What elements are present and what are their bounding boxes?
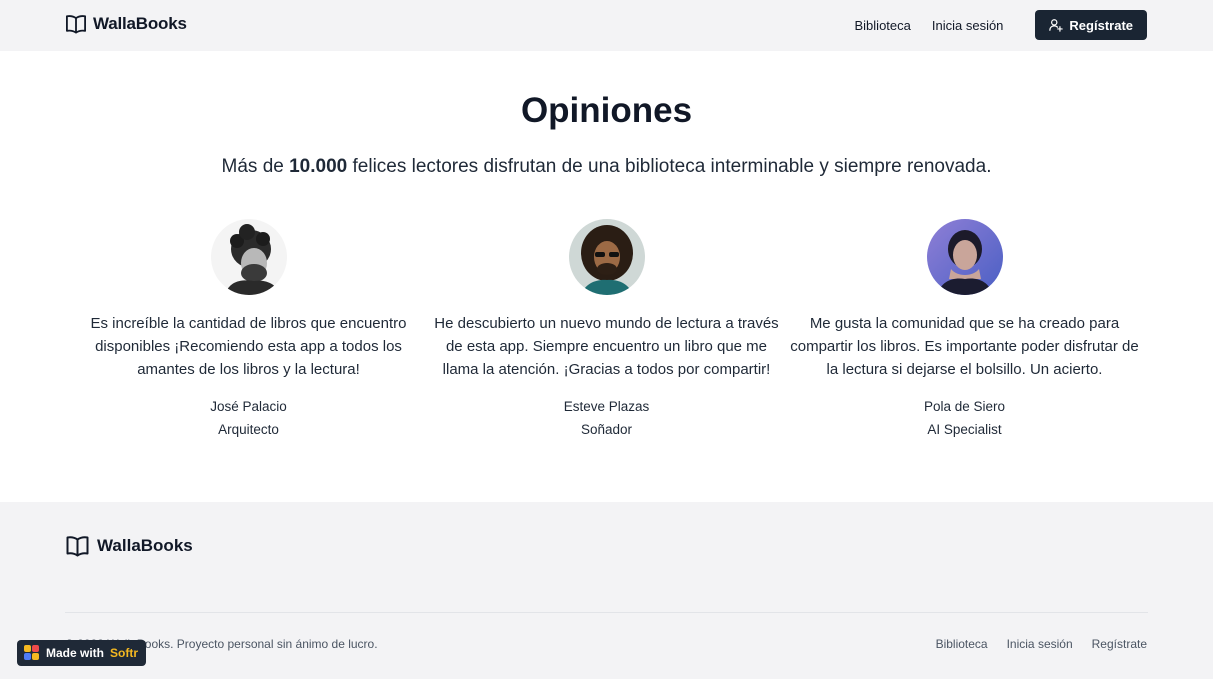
header-nav: Biblioteca Inicia sesión Regístrate: [855, 10, 1147, 40]
footer-divider: [65, 612, 1148, 613]
testimonial-quote: Me gusta la comunidad que se ha creado p…: [790, 315, 1139, 378]
testimonial-card: Es increíble la cantidad de libros que e…: [70, 219, 427, 441]
avatar: [568, 219, 645, 295]
footer-link-login[interactable]: Inicia sesión: [1007, 637, 1073, 651]
softr-logo-icon: [24, 645, 40, 661]
subtitle-text-start: Más de: [221, 156, 290, 177]
signup-button[interactable]: Regístrate: [1035, 10, 1147, 40]
testimonial-quote: Es increíble la cantidad de libros que e…: [90, 315, 407, 378]
testimonials-section: Opiniones Más de 10.000 felices lectores…: [0, 51, 1213, 502]
testimonial-quote: He descubierto un nuevo mundo de lectura…: [434, 315, 779, 378]
testimonial-author-name: Esteve Plazas: [563, 399, 650, 414]
made-with-softr-badge[interactable]: Made with Softr: [17, 640, 147, 666]
badge-brand: Softr: [110, 646, 139, 660]
footer-link-biblioteca[interactable]: Biblioteca: [936, 637, 988, 651]
signup-button-label: Regístrate: [1069, 17, 1133, 33]
add-user-icon: [1049, 19, 1064, 32]
subtitle-highlight-number: 10.000: [289, 156, 348, 177]
brand-logo-link[interactable]: WallaBooks: [65, 14, 187, 34]
footer-link-signup[interactable]: Regístrate: [1092, 637, 1147, 651]
site-footer: WallaBooks © 2023 WallaBooks. Proyecto p…: [0, 502, 1213, 679]
open-book-icon: [66, 536, 89, 557]
testimonial-author-name: José Palacio: [210, 399, 287, 414]
section-subtitle: Más de 10.000 felices lectores disfrutan…: [0, 156, 1213, 178]
section-title: Opiniones: [520, 91, 693, 130]
footer-brand-link[interactable]: WallaBooks: [65, 535, 193, 557]
brand-name: WallaBooks: [93, 14, 187, 33]
testimonial-card: Me gusta la comunidad que se ha creado p…: [786, 219, 1143, 441]
avatar: [210, 219, 287, 295]
nav-link-login[interactable]: Inicia sesión: [932, 18, 1004, 33]
nav-link-biblioteca[interactable]: Biblioteca: [855, 18, 911, 33]
testimonial-author-role: Arquitecto: [218, 422, 279, 437]
subtitle-text-end: felices lectores disfrutan de una biblio…: [347, 156, 992, 177]
testimonial-author-role: AI Specialist: [927, 422, 1002, 437]
testimonial-author-role: Soñador: [580, 422, 633, 437]
top-navbar: WallaBooks Biblioteca Inicia sesión Regí…: [0, 0, 1213, 51]
badge-text: Made with: [46, 646, 105, 660]
avatar: [926, 219, 1003, 295]
open-book-icon: [66, 15, 86, 34]
testimonial-list: Es increíble la cantidad de libros que e…: [70, 219, 1143, 441]
testimonial-author-name: Pola de Siero: [923, 399, 1006, 414]
testimonial-card: He descubierto un nuevo mundo de lectura…: [428, 219, 785, 441]
footer-nav: Biblioteca Inicia sesión Regístrate: [936, 637, 1147, 651]
footer-brand-name: WallaBooks: [97, 536, 193, 555]
